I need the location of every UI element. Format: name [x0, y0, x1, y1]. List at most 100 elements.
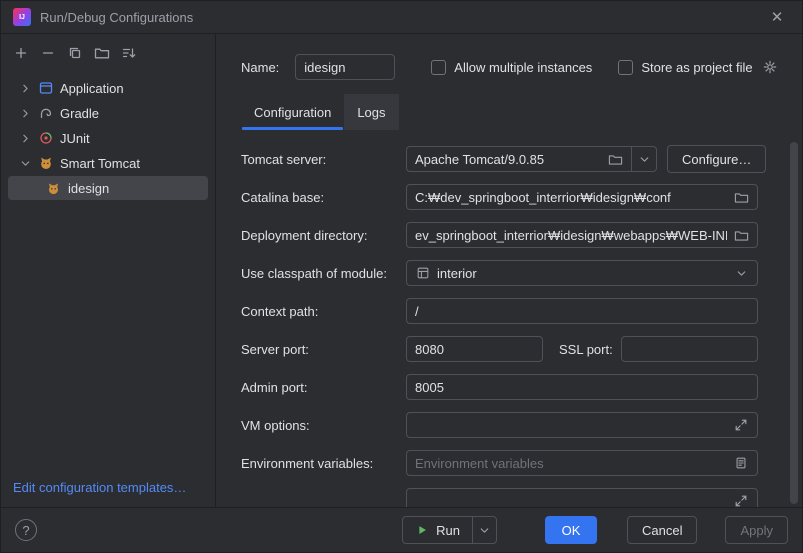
environment-variables-label: Environment variables:	[241, 455, 374, 471]
application-icon	[37, 80, 54, 97]
apply-button[interactable]: Apply	[725, 516, 788, 544]
run-button[interactable]: Run	[403, 517, 472, 543]
run-split-button: Run	[402, 516, 497, 544]
tomcat-icon	[45, 180, 62, 197]
tree-item-smart-tomcat[interactable]: Smart Tomcat	[8, 151, 208, 175]
configurations-tree: Application Gradle JUnit Smart Tomcat id…	[1, 75, 215, 201]
ok-button[interactable]: OK	[545, 516, 597, 544]
store-options-gear-icon[interactable]	[762, 59, 778, 75]
checkbox-label: Store as project file	[641, 59, 753, 75]
tab-strip: Configuration Logs	[241, 94, 802, 130]
tree-item-label: Gradle	[60, 105, 100, 121]
form-row-environment-variables: Environment variables:	[241, 450, 758, 476]
chevron-down-icon[interactable]	[631, 147, 656, 171]
help-icon[interactable]: ?	[15, 519, 37, 541]
run-button-label: Run	[436, 522, 460, 538]
window-title: Run/Debug Configurations	[40, 9, 194, 25]
chevron-down-icon[interactable]	[17, 155, 34, 172]
tree-item-application[interactable]: Application	[8, 76, 208, 100]
form-row-clipped	[241, 488, 758, 507]
folder-browse-icon[interactable]	[607, 152, 623, 167]
deployment-directory-label: Deployment directory:	[241, 227, 368, 243]
context-path-label: Context path:	[241, 303, 319, 319]
ssl-port-label: SSL port:	[559, 341, 613, 357]
tree-item-gradle[interactable]: Gradle	[8, 101, 208, 125]
clipped-input[interactable]	[415, 493, 727, 507]
context-path-input[interactable]	[415, 303, 749, 319]
tab-logs[interactable]: Logs	[344, 94, 399, 130]
vertical-scrollbar[interactable]	[790, 142, 798, 504]
checkbox-box[interactable]	[431, 59, 447, 75]
tomcat-server-combobox[interactable]: Apache Tomcat/9.0.85	[406, 146, 657, 172]
form-row-vm-options: VM options:	[241, 412, 758, 438]
form-row-server-port: Server port: SSL port:	[241, 336, 758, 362]
admin-port-label: Admin port:	[241, 379, 308, 395]
module-dropdown[interactable]: interior	[406, 260, 758, 286]
form-row-module-classpath: Use classpath of module: interior	[241, 260, 758, 286]
chevron-right-icon[interactable]	[17, 130, 34, 147]
tree-item-label: idesign	[68, 180, 110, 196]
sidebar-toolbar	[1, 34, 215, 69]
name-row: Name: Allow multiple instances Store as …	[241, 54, 778, 80]
name-input[interactable]	[295, 54, 396, 80]
tab-configuration[interactable]: Configuration	[241, 94, 344, 130]
catalina-base-input[interactable]	[415, 189, 727, 205]
vm-options-label: VM options:	[241, 417, 310, 433]
new-folder-button[interactable]	[90, 41, 114, 65]
form-row-deployment-directory: Deployment directory:	[241, 222, 758, 248]
tree-item-idesign[interactable]: idesign	[8, 176, 208, 200]
expand-editor-icon[interactable]	[733, 494, 749, 507]
chevron-right-icon[interactable]	[17, 105, 34, 122]
server-port-input[interactable]	[415, 341, 534, 357]
tree-item-junit[interactable]: JUnit	[8, 126, 208, 150]
intellij-logo-icon: IJ	[13, 8, 31, 26]
name-label: Name:	[241, 59, 280, 75]
module-icon	[415, 266, 431, 280]
catalina-base-label: Catalina base:	[241, 189, 325, 205]
admin-port-input[interactable]	[415, 379, 749, 395]
ssl-port-input[interactable]	[629, 341, 749, 357]
vm-options-input[interactable]	[415, 417, 727, 433]
tree-item-label: JUnit	[60, 130, 90, 146]
module-classpath-label: Use classpath of module:	[241, 265, 387, 281]
allow-multiple-instances-checkbox[interactable]: Allow multiple instances	[431, 59, 593, 75]
form-row-catalina-base: Catalina base:	[241, 184, 758, 210]
form-row-context-path: Context path:	[241, 298, 758, 324]
chevron-right-icon[interactable]	[17, 80, 34, 97]
browse-variables-icon[interactable]	[733, 456, 749, 470]
edit-configuration-templates-link[interactable]: Edit configuration templates…	[1, 480, 215, 495]
deployment-directory-input[interactable]	[415, 227, 727, 243]
folder-browse-icon[interactable]	[733, 228, 749, 243]
checkbox-label: Allow multiple instances	[454, 59, 593, 75]
run-debug-configurations-dialog: IJ Run/Debug Configurations ✕ Applicatio…	[0, 0, 803, 553]
folder-browse-icon[interactable]	[733, 190, 749, 205]
configuration-panel: Name: Allow multiple instances Store as …	[216, 34, 802, 507]
dialog-footer: ? Run OK Cancel Apply	[1, 507, 802, 552]
sort-configurations-button[interactable]	[117, 41, 141, 65]
cancel-button[interactable]: Cancel	[627, 516, 698, 544]
copy-configuration-button[interactable]	[63, 41, 87, 65]
configurations-sidebar: Application Gradle JUnit Smart Tomcat id…	[1, 34, 216, 507]
add-configuration-button[interactable]	[9, 41, 33, 65]
configuration-form: Tomcat server: Apache Tomcat/9.0.85 Conf…	[216, 130, 802, 507]
form-row-admin-port: Admin port:	[241, 374, 758, 400]
checkbox-box[interactable]	[618, 59, 634, 75]
expand-editor-icon[interactable]	[733, 418, 749, 432]
dialog-body: Application Gradle JUnit Smart Tomcat id…	[1, 34, 802, 507]
tomcat-icon	[37, 155, 54, 172]
environment-variables-input[interactable]	[415, 455, 727, 471]
remove-configuration-button[interactable]	[36, 41, 60, 65]
run-options-chevron[interactable]	[472, 517, 496, 543]
chevron-down-icon[interactable]	[733, 267, 749, 280]
module-value: interior	[437, 265, 477, 281]
tomcat-server-value: Apache Tomcat/9.0.85	[415, 151, 545, 167]
configure-button[interactable]: Configure…	[667, 145, 767, 173]
tree-item-label: Application	[60, 80, 124, 96]
close-icon[interactable]: ✕	[764, 4, 790, 30]
server-port-label: Server port:	[241, 341, 309, 357]
gradle-icon	[37, 105, 54, 122]
form-row-tomcat-server: Tomcat server: Apache Tomcat/9.0.85 Conf…	[241, 145, 767, 173]
play-icon	[415, 523, 429, 537]
titlebar: IJ Run/Debug Configurations ✕	[1, 1, 802, 34]
store-as-project-file-checkbox[interactable]: Store as project file	[618, 59, 753, 75]
